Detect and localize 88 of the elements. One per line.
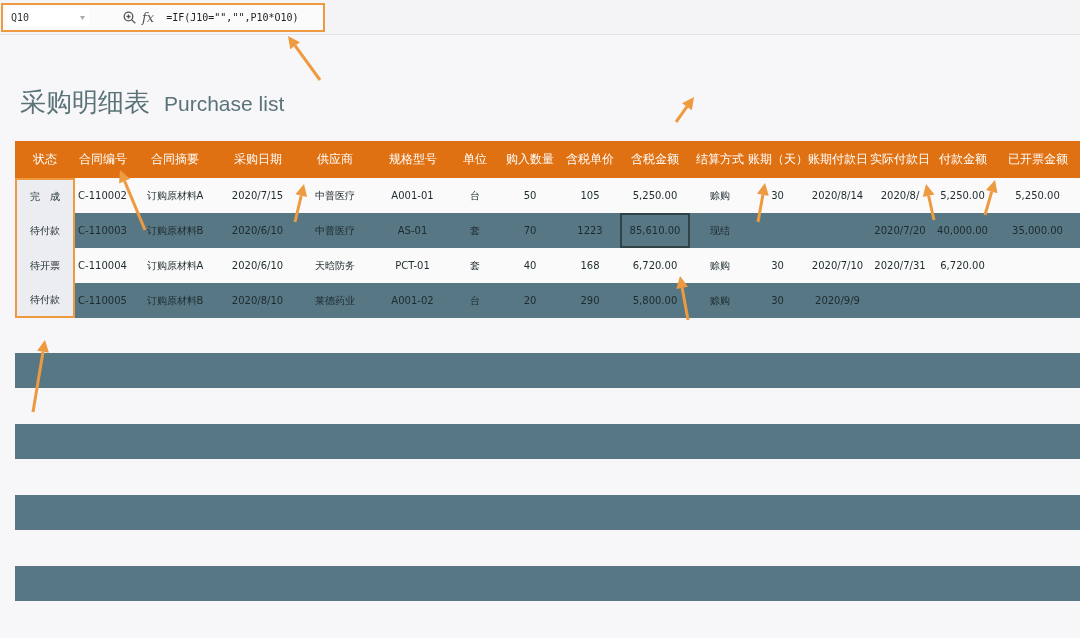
arrow-annotation [293, 184, 308, 223]
cell-text: 6,720.00 [940, 260, 985, 271]
arrow-annotation [288, 36, 322, 81]
cell-text: 待付款 [30, 292, 60, 307]
arrow-annotation [922, 184, 936, 221]
cell-text: 待开票 [30, 258, 60, 273]
cell-text: 30 [771, 295, 784, 306]
cell-text: 105 [580, 190, 600, 201]
cell-text: A001-01 [391, 190, 434, 201]
cell-text: 2020/6/10 [231, 260, 284, 271]
cell-text: 套 [470, 223, 480, 238]
cell-text: AS-01 [397, 225, 428, 236]
cell-text: 30 [771, 260, 784, 271]
column-header: 单位 [462, 151, 488, 168]
column-header: 供应商 [316, 151, 354, 168]
column-header: 已开票金额 [1006, 151, 1069, 168]
cell-text: 2020/6/10 [231, 225, 284, 236]
cell-text: 2020/7/31 [874, 260, 926, 271]
cell-text: 台 [470, 293, 480, 308]
cell-text: 赊购 [710, 258, 730, 273]
column-header: 付款金额 [937, 151, 988, 168]
caret-icon [80, 15, 85, 20]
cell-text: 赊购 [710, 293, 730, 308]
cell-text: 30 [771, 190, 784, 201]
cell-text: 莱德药业 [315, 293, 355, 308]
column-header: 实际付款日 [870, 151, 930, 168]
column-header: 账期（天） [750, 151, 805, 168]
cell-text: 290 [580, 295, 600, 306]
column-header: 账期付款日 [806, 151, 869, 168]
cell-text: A001-02 [391, 295, 434, 306]
column-header: 采购日期 [232, 151, 283, 168]
subtitle: Purchase list [164, 92, 285, 116]
cell-text: 完 成 [30, 189, 60, 204]
cell-text: 20 [523, 295, 537, 306]
cell-text: 现结 [710, 223, 730, 238]
cell-text: C-110005 [78, 295, 127, 306]
cell-text: 中普医疗 [315, 223, 355, 238]
cell-text: 35,000.00 [1012, 225, 1063, 236]
cell-text: 订购原材料B [146, 223, 204, 238]
column-header: 购入数量 [505, 151, 555, 168]
cell-text: 赊购 [710, 188, 730, 203]
cell-text: 2020/7/10 [811, 260, 864, 271]
cell-text: 2020/7/20 [874, 225, 926, 236]
cell-text: 85,610.00 [629, 225, 681, 236]
cell-text: 2020/8/10 [231, 295, 284, 306]
column-header: 规格型号 [387, 151, 438, 168]
cell-text: 订购原材料B [146, 293, 204, 308]
cell-text: 天晗防务 [315, 258, 355, 273]
cell-text: 50 [523, 190, 537, 201]
cell-text: 168 [580, 260, 600, 271]
name-box[interactable]: Q10 [7, 8, 89, 27]
cell-text: 2020/7/15 [231, 190, 284, 201]
column-header: 含税单价 [565, 151, 615, 168]
column-header: 合同摘要 [150, 151, 200, 168]
cell-text: 2020/8/14 [811, 190, 864, 201]
zoom-icon[interactable] [123, 11, 136, 24]
cell-text: 2020/9/9 [815, 295, 860, 306]
column-header: 合同编号 [77, 151, 128, 168]
cell-text: C-110004 [78, 260, 127, 271]
cell-text: 5,250.00 [1015, 190, 1060, 201]
cell-text: 6,720.00 [632, 260, 678, 271]
cell-text: 40 [523, 260, 537, 271]
formula-text[interactable]: =IF(J10="","",P10*O10) [166, 12, 299, 23]
cell-text: 2020/8/ [880, 190, 920, 201]
column-header: 含税金额 [630, 151, 680, 168]
arrow-annotation [756, 183, 769, 223]
cell-text: PCT-01 [395, 260, 430, 271]
cell-text: 待付款 [30, 223, 60, 238]
arrow-annotation [674, 97, 694, 123]
cell-text: 1223 [577, 225, 603, 236]
cell-text: 40,000.00 [937, 225, 988, 236]
cell-text: C-110003 [78, 225, 127, 236]
cell-text: 订购原材料A [146, 188, 204, 203]
cell-text: 套 [470, 258, 480, 273]
fx-label[interactable]: fx [142, 10, 155, 25]
cell-text: 5,250.00 [940, 190, 985, 201]
title: 采购明细表 [20, 86, 150, 119]
cell-text: C-110002 [78, 190, 127, 201]
cell-text: 订购原材料A [146, 258, 204, 273]
arrow-annotation [676, 276, 690, 321]
arrow-annotation [983, 180, 998, 216]
column-header: 状态 [32, 151, 58, 168]
cell-text: 70 [523, 225, 537, 236]
cell-text: 5,250.00 [632, 190, 678, 201]
cell-text: 中普医疗 [315, 188, 355, 203]
cell-text: 5,800.00 [632, 295, 678, 306]
column-header: 结算方式 [695, 151, 745, 168]
cell-text: 台 [470, 188, 480, 203]
